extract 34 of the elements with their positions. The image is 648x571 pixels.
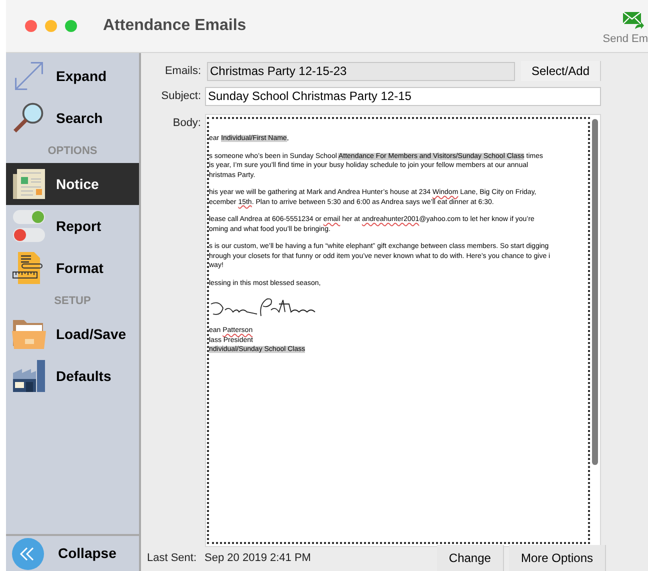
- collapse-button[interactable]: Collapse: [6, 538, 116, 570]
- sidebar-item[interactable]: Defaults: [6, 355, 139, 397]
- send-email-button[interactable]: Send Em: [602, 31, 648, 48]
- body-editor[interactable]: [205, 114, 601, 547]
- search-icon: [12, 101, 46, 135]
- section-header: OPTIONS: [46, 144, 98, 159]
- close-button[interactable]: [25, 20, 37, 32]
- minimize-button[interactable]: [45, 20, 57, 32]
- select-add-button[interactable]: Select/Add: [521, 61, 601, 81]
- folder-icon: [12, 318, 46, 350]
- body-label: Body:: [172, 116, 201, 131]
- sidebar-item[interactable]: Load/Save: [6, 313, 139, 355]
- section-header: SETUP: [53, 294, 92, 309]
- subject-label: Subject:: [160, 88, 201, 104]
- last-sent-value: Sep 20 2019 2:41 PM: [204, 550, 311, 566]
- double-chevron-icon: [12, 538, 44, 570]
- zoom-button[interactable]: [65, 20, 77, 32]
- sidebar-item[interactable]: Report: [6, 205, 139, 247]
- more-options-button[interactable]: More Options: [508, 545, 606, 571]
- emails-label: Emails:: [164, 64, 201, 79]
- sidebar-item[interactable]: Expand: [6, 55, 139, 97]
- last-sent-label: Last Sent:: [147, 550, 197, 566]
- subject-field[interactable]: Sunday School Christmas Party 12-15: [205, 86, 601, 106]
- factory-icon: [12, 359, 46, 393]
- sidebar-item[interactable]: Search: [6, 97, 139, 139]
- emails-field[interactable]: Christmas Party 12-15-23: [207, 62, 515, 80]
- newspaper-icon: [12, 167, 46, 201]
- window-title: Attendance Emails: [103, 16, 246, 36]
- sidebar-item[interactable]: Notice: [6, 163, 139, 205]
- change-button[interactable]: Change: [436, 545, 504, 571]
- sidebar-item[interactable]: Format: [6, 247, 139, 289]
- scrollbar-thumb[interactable]: [592, 119, 598, 465]
- toggle-switches-icon: [12, 209, 46, 243]
- envelope-arrow-icon[interactable]: [622, 10, 644, 30]
